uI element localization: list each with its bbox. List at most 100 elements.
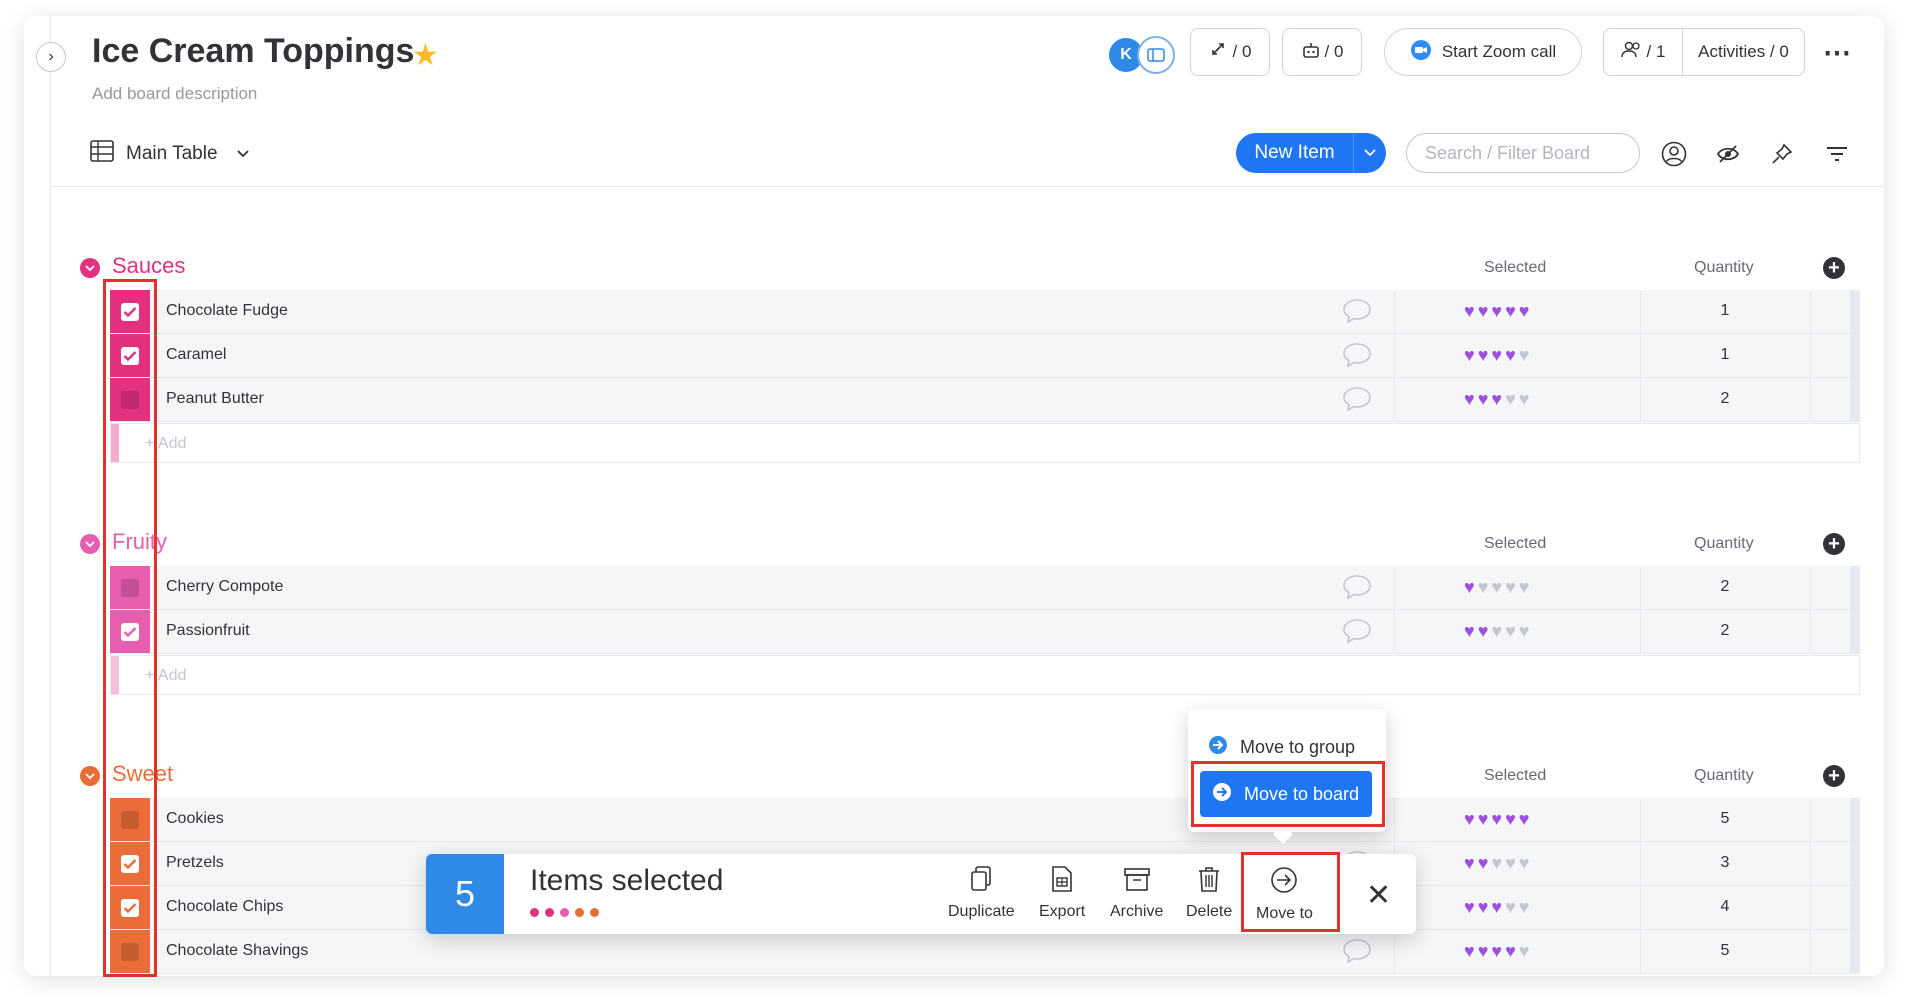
heart-icon[interactable]: ♥ [1491,854,1502,872]
view-selector[interactable]: Main Table [90,140,250,168]
group-collapse-toggle[interactable] [80,258,100,278]
heart-icon[interactable]: ♥ [1464,302,1475,320]
heart-icon[interactable]: ♥ [1464,810,1475,828]
heart-icon[interactable]: ♥ [1519,346,1530,364]
add-column-button[interactable]: + [1823,257,1845,279]
heart-icon[interactable]: ♥ [1464,898,1475,916]
column-header-selected[interactable]: Selected [1484,259,1546,277]
heart-icon[interactable]: ♥ [1491,578,1502,596]
comment-icon[interactable] [1342,618,1372,649]
heart-icon[interactable]: ♥ [1519,302,1530,320]
heart-icon[interactable]: ♥ [1478,390,1489,408]
export-button[interactable]: Export [1039,866,1085,921]
heart-icon[interactable]: ♥ [1464,390,1475,408]
item-row[interactable]: Cherry Compote ♥ ♥ ♥ ♥ ♥ 2 [110,566,1860,610]
heart-icon[interactable]: ♥ [1491,942,1502,960]
heart-icon[interactable]: ♥ [1519,942,1530,960]
move-to-group-option[interactable]: Move to group [1208,735,1355,760]
item-name[interactable]: Pretzels [166,854,224,872]
heart-icon[interactable]: ♥ [1505,898,1516,916]
board-title[interactable]: Ice Cream Toppings [92,32,414,71]
heart-icon[interactable]: ♥ [1519,622,1530,640]
quantity-cell[interactable]: 5 [1700,942,1750,960]
heart-icon[interactable]: ♥ [1505,346,1516,364]
favorite-star-icon[interactable]: ★ [412,38,439,73]
heart-icon[interactable]: ♥ [1491,622,1502,640]
item-row[interactable]: Chocolate Shavings ♥ ♥ ♥ ♥ ♥ 5 [110,930,1860,974]
group-collapse-toggle[interactable] [80,534,100,554]
rating-cell[interactable]: ♥ ♥ ♥ ♥ ♥ [1464,810,1529,828]
comment-icon[interactable] [1342,298,1372,329]
comment-icon[interactable] [1342,574,1372,605]
item-name[interactable]: Cookies [166,810,224,828]
add-item-row[interactable]: + Add [110,423,1860,463]
heart-icon[interactable]: ♥ [1519,854,1530,872]
quantity-cell[interactable]: 1 [1700,302,1750,320]
add-column-button[interactable]: + [1823,765,1845,787]
heart-icon[interactable]: ♥ [1505,302,1516,320]
heart-icon[interactable]: ♥ [1505,578,1516,596]
heart-icon[interactable]: ♥ [1464,346,1475,364]
column-header-quantity[interactable]: Quantity [1694,259,1754,277]
group-title[interactable]: Sauces [112,253,185,279]
hide-columns-icon[interactable] [1713,139,1743,169]
pin-icon[interactable] [1767,139,1797,169]
rating-cell[interactable]: ♥ ♥ ♥ ♥ ♥ [1464,302,1529,320]
comment-icon[interactable] [1342,938,1372,969]
activities-button[interactable]: Activities / 0 [1683,42,1804,62]
item-name[interactable]: Chocolate Chips [166,898,283,916]
quantity-cell[interactable]: 1 [1700,346,1750,364]
rating-cell[interactable]: ♥ ♥ ♥ ♥ ♥ [1464,346,1529,364]
heart-icon[interactable]: ♥ [1464,578,1475,596]
heart-icon[interactable]: ♥ [1491,898,1502,916]
heart-icon[interactable]: ♥ [1478,854,1489,872]
heart-icon[interactable]: ♥ [1491,302,1502,320]
quantity-cell[interactable]: 4 [1700,898,1750,916]
heart-icon[interactable]: ♥ [1478,810,1489,828]
heart-icon[interactable]: ♥ [1478,622,1489,640]
group-collapse-toggle[interactable] [80,766,100,786]
heart-icon[interactable]: ♥ [1505,622,1516,640]
guest-avatar-icon[interactable] [1137,36,1175,74]
comment-icon[interactable] [1342,342,1372,373]
heart-icon[interactable]: ♥ [1478,578,1489,596]
board-members-avatars[interactable]: K [1107,36,1175,74]
heart-icon[interactable]: ♥ [1478,898,1489,916]
item-name[interactable]: Chocolate Fudge [166,302,288,320]
heart-icon[interactable]: ♥ [1491,390,1502,408]
heart-icon[interactable]: ♥ [1505,390,1516,408]
item-name[interactable]: Peanut Butter [166,390,264,408]
heart-icon[interactable]: ♥ [1505,810,1516,828]
item-name[interactable]: Chocolate Shavings [166,942,308,960]
quantity-cell[interactable]: 2 [1700,578,1750,596]
search-filter-input[interactable]: Search / Filter Board [1406,133,1640,173]
heart-icon[interactable]: ♥ [1478,942,1489,960]
members-button[interactable]: / 1 [1604,29,1683,75]
comment-icon[interactable] [1342,386,1372,417]
quantity-cell[interactable]: 5 [1700,810,1750,828]
item-name[interactable]: Caramel [166,346,226,364]
heart-icon[interactable]: ♥ [1519,810,1530,828]
start-zoom-call-button[interactable]: Start Zoom call [1384,28,1582,76]
column-header-selected[interactable]: Selected [1484,767,1546,785]
item-row[interactable]: Peanut Butter ♥ ♥ ♥ ♥ ♥ 2 [110,378,1860,422]
add-item-row[interactable]: + Add [110,655,1860,695]
expand-sidebar-button[interactable]: › [36,42,66,72]
updates-button[interactable]: / 0 [1190,28,1270,76]
rating-cell[interactable]: ♥ ♥ ♥ ♥ ♥ [1464,622,1529,640]
heart-icon[interactable]: ♥ [1519,898,1530,916]
person-filter-icon[interactable] [1659,139,1689,169]
heart-icon[interactable]: ♥ [1464,942,1475,960]
new-item-button[interactable]: New Item [1236,133,1386,173]
rating-cell[interactable]: ♥ ♥ ♥ ♥ ♥ [1464,942,1529,960]
item-row[interactable]: Caramel ♥ ♥ ♥ ♥ ♥ 1 [110,334,1860,378]
more-options-icon[interactable]: ⋯ [1823,36,1852,69]
quantity-cell[interactable]: 2 [1700,390,1750,408]
heart-icon[interactable]: ♥ [1478,302,1489,320]
heart-icon[interactable]: ♥ [1505,942,1516,960]
rating-cell[interactable]: ♥ ♥ ♥ ♥ ♥ [1464,854,1529,872]
automations-button[interactable]: / 0 [1282,28,1362,76]
delete-button[interactable]: Delete [1186,866,1232,921]
archive-button[interactable]: Archive [1110,866,1163,921]
rating-cell[interactable]: ♥ ♥ ♥ ♥ ♥ [1464,578,1529,596]
